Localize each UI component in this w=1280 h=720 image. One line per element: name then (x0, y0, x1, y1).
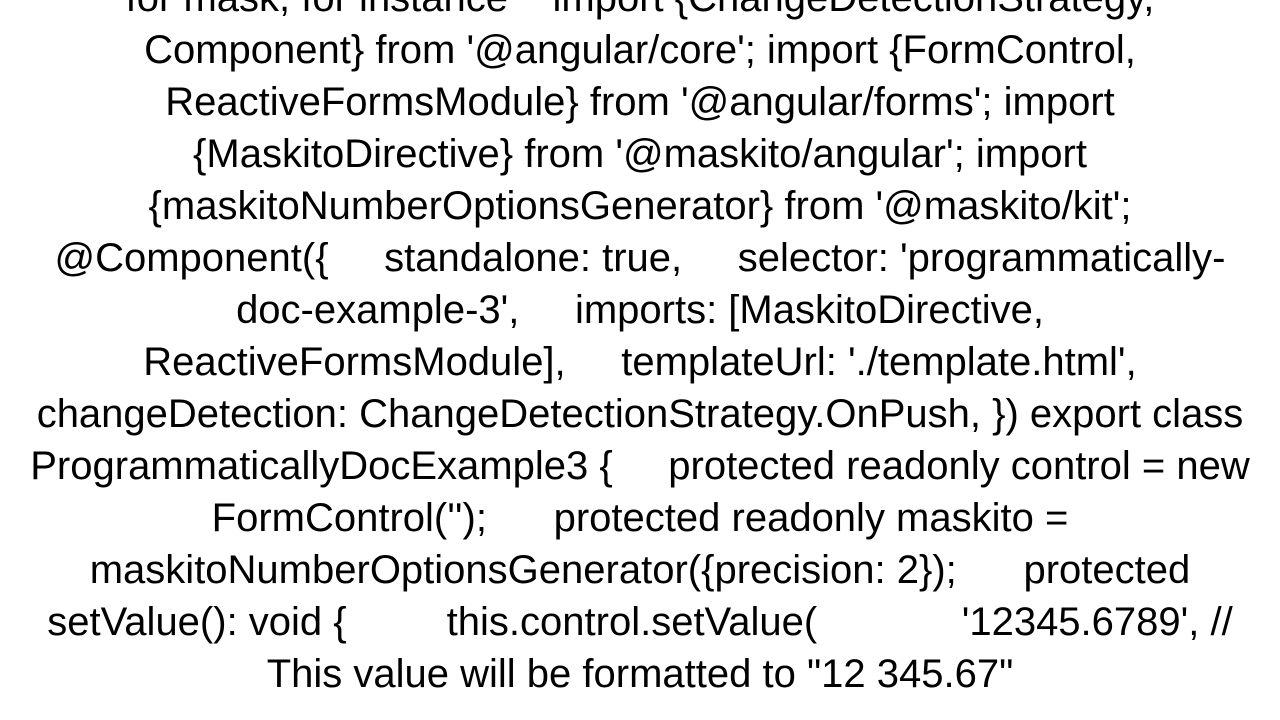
code-document-text: for mask, for instance import {ChangeDet… (0, 0, 1280, 700)
